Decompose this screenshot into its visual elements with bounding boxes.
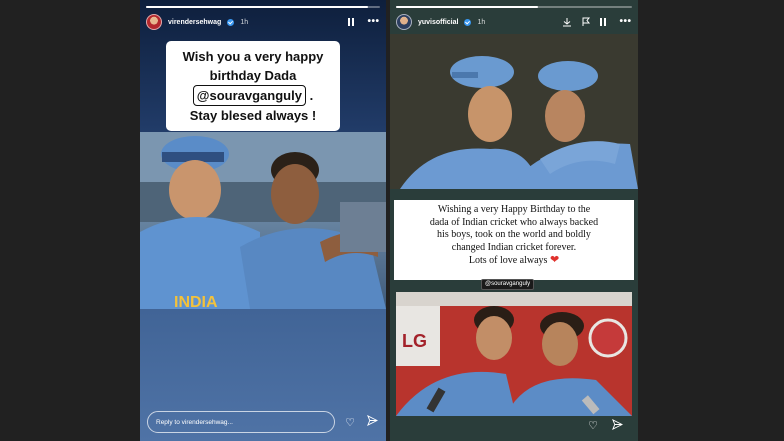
card-line-1: Wish you a very happy	[182, 49, 324, 64]
caption-line-5: Lots of love always ❤	[400, 254, 628, 268]
mention-souravganguly[interactable]: @souravganguly	[481, 279, 535, 290]
pause-icon[interactable]	[348, 18, 361, 26]
heart-icon[interactable]: ♡	[343, 416, 357, 429]
mention-souravganguly[interactable]: @souravganguly	[192, 85, 306, 106]
photo-players-top	[390, 34, 638, 189]
story-virendersehwag[interactable]: virendersehwag 1h ••• Wish you a very ha…	[140, 0, 386, 441]
stories-page: virendersehwag 1h ••• Wish you a very ha…	[0, 0, 784, 441]
story-header: virendersehwag 1h •••	[146, 12, 380, 32]
photo-players-bottom: LG	[396, 292, 632, 416]
download-icon[interactable]	[562, 17, 575, 27]
card-line-4: Stay blesed always !	[189, 108, 317, 123]
photo-players-top-illustration	[390, 34, 638, 189]
caption-line-4: changed Indian cricket forever.	[451, 241, 577, 253]
story-progress-bar	[396, 6, 632, 8]
card-line-3: @souravganguly .	[170, 85, 336, 106]
story-timestamp: 1h	[477, 18, 486, 26]
verified-badge-icon	[227, 18, 235, 26]
heart-emoji-icon: ❤	[549, 254, 560, 266]
card-line-3-dot: .	[309, 88, 314, 103]
caption-card: Wishing a very Happy Birthday to the dad…	[394, 200, 634, 280]
story-progress-bar	[146, 6, 380, 8]
photo-players-illustration: INDIA	[140, 132, 386, 309]
birthday-text-card: Wish you a very happy birthday Dada @sou…	[166, 41, 340, 131]
pause-icon[interactable]	[600, 18, 613, 26]
story-username[interactable]: yuvisofficial	[418, 19, 458, 26]
jersey-text: INDIA	[174, 294, 218, 309]
story-header: yuvisofficial 1h •••	[396, 12, 632, 32]
story-yuvisofficial[interactable]: yuvisofficial 1h ••• Wishing a very Happ…	[390, 0, 638, 441]
more-icon[interactable]: •••	[619, 17, 632, 27]
sponsor-logo-text: LG	[402, 331, 427, 351]
avatar-icon[interactable]	[146, 14, 162, 30]
caption-line-5-text: Lots of love always	[468, 255, 548, 266]
story-progress-fill	[396, 6, 538, 8]
photo-players-bottom-illustration: LG	[396, 292, 632, 416]
send-icon[interactable]	[365, 414, 379, 429]
card-line-2: birthday Dada	[209, 68, 297, 83]
report-icon[interactable]	[581, 17, 594, 27]
verified-badge-icon	[464, 18, 472, 26]
photo-players: INDIA	[140, 132, 386, 309]
caption-line-1: Wishing a very Happy Birthday to the	[437, 204, 591, 215]
caption-line-3: his boys, took on the world and boldly	[437, 229, 591, 240]
avatar-icon[interactable]	[396, 14, 412, 30]
story-username[interactable]: virendersehwag	[168, 19, 221, 26]
story-actions: ♡	[586, 418, 624, 433]
reply-input[interactable]: Reply to virendersehwag...	[147, 411, 335, 433]
caption-line-2: dada of Indian cricket who always backed	[429, 216, 599, 228]
more-icon[interactable]: •••	[367, 17, 380, 27]
story-reply-bar: Reply to virendersehwag... ♡	[147, 411, 379, 433]
heart-icon[interactable]: ♡	[586, 419, 600, 433]
story-timestamp: 1h	[240, 18, 249, 26]
send-icon[interactable]	[610, 418, 624, 433]
story-progress-fill	[146, 6, 369, 8]
